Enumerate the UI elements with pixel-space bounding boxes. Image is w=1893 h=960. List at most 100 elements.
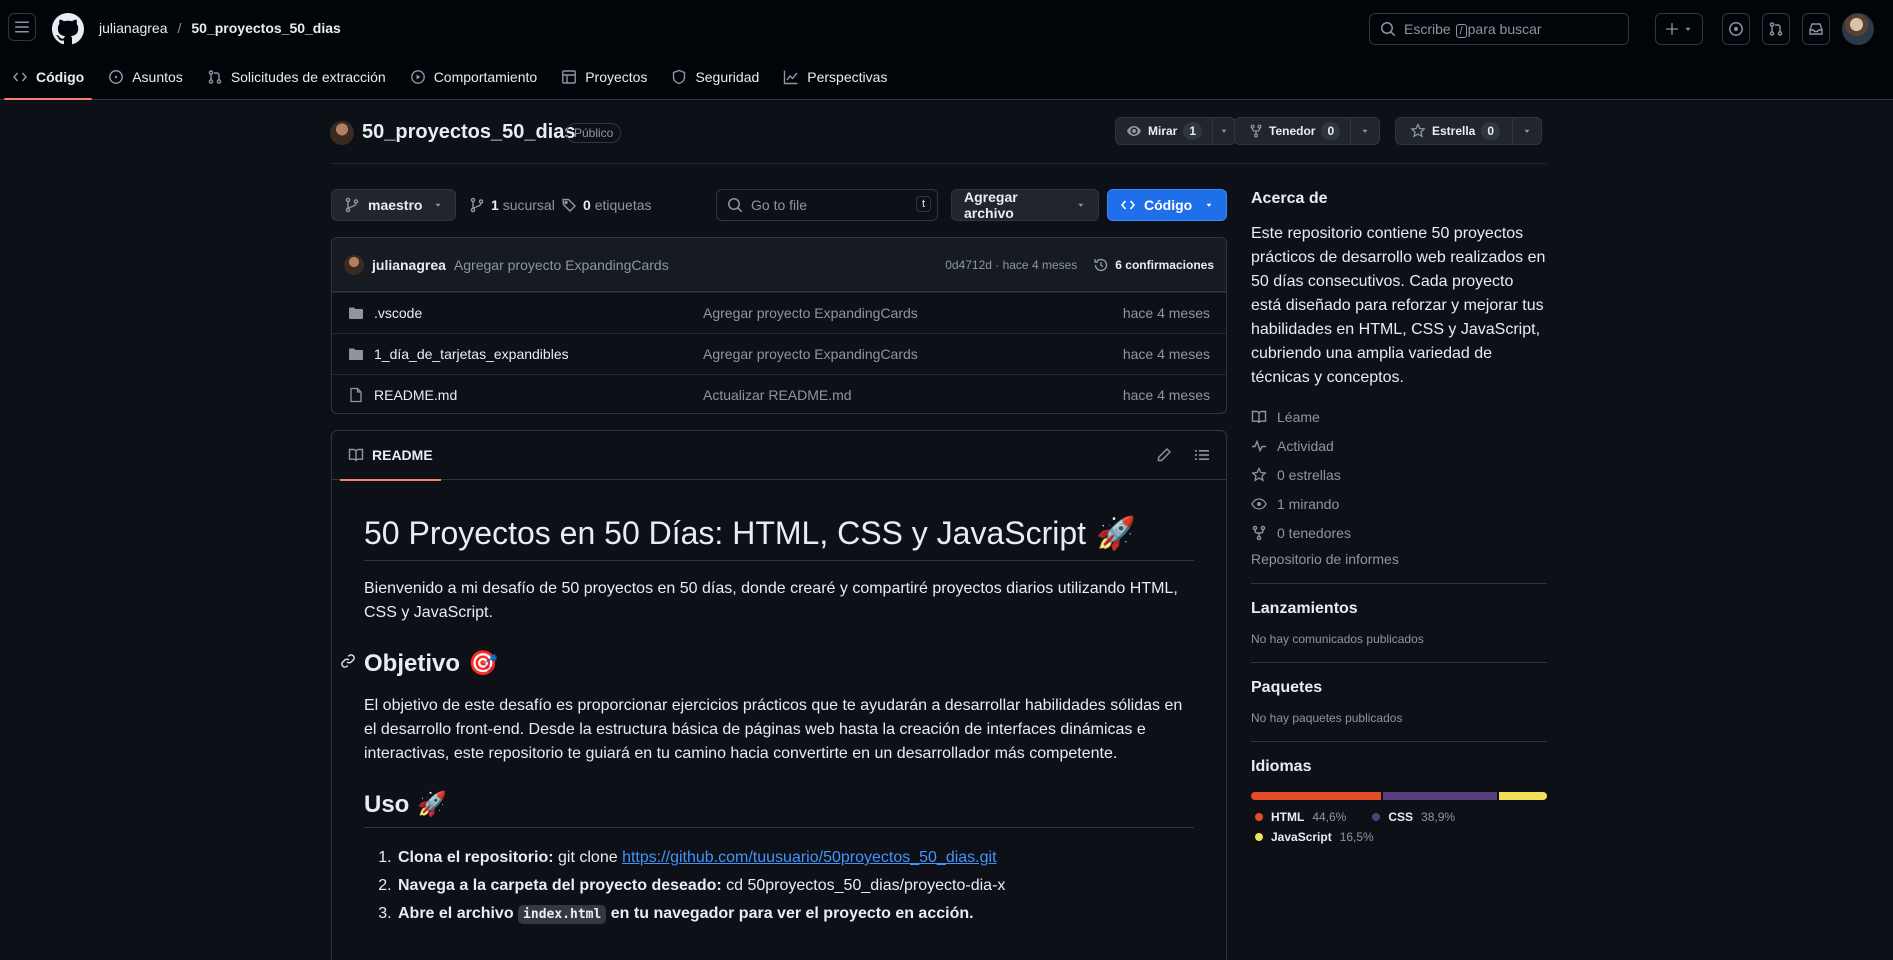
- breadcrumb-separator: /: [177, 20, 182, 36]
- divider: [1251, 662, 1547, 663]
- packages-title[interactable]: Paquetes: [1251, 679, 1547, 697]
- branches-link[interactable]: 1 sucursal: [469, 197, 555, 213]
- about-link[interactable]: Actividad: [1251, 431, 1547, 460]
- tab-6[interactable]: Seguridad: [659, 60, 771, 94]
- inbox-button[interactable]: [1802, 13, 1830, 45]
- file-commit-message[interactable]: Actualizar README.md: [703, 387, 1123, 403]
- graph-icon: [784, 70, 798, 85]
- list-icon[interactable]: [1194, 447, 1210, 463]
- objetivo-text: El objetivo de este desafío es proporcio…: [364, 697, 1183, 762]
- repo-title[interactable]: 50_proyectos_50_dias: [362, 121, 575, 144]
- owner-avatar[interactable]: [330, 121, 354, 145]
- search-input[interactable]: Escribe / para buscar: [1369, 13, 1629, 45]
- tab-7[interactable]: Perspectivas: [771, 60, 899, 94]
- file-age: hace 4 meses: [1122, 387, 1210, 403]
- about-link[interactable]: 0 estrellas: [1251, 460, 1547, 489]
- file-name[interactable]: .vscode: [374, 305, 422, 321]
- pull-request-icon: [1769, 22, 1783, 36]
- chevron-down-icon: [1362, 129, 1368, 133]
- usage-steps: Clona el repositorio: git clone https://…: [364, 844, 1194, 929]
- file-commit-message[interactable]: Agregar proyecto ExpandingCards: [703, 305, 1123, 321]
- menu-button[interactable]: [8, 13, 36, 41]
- file-row[interactable]: .vscode Agregar proyecto ExpandingCards ha…: [332, 292, 1226, 333]
- breadcrumb-owner[interactable]: julianagrea: [99, 20, 168, 36]
- commit-message[interactable]: Agregar proyecto ExpandingCards: [454, 257, 669, 273]
- usage-step-2: Navega a la carpeta del proyecto deseado…: [396, 872, 1194, 900]
- tab-5[interactable]: Proyectos: [549, 60, 659, 94]
- about-link[interactable]: 1 mirando: [1251, 489, 1547, 518]
- github-logo-icon[interactable]: [52, 13, 84, 45]
- add-file-button[interactable]: Agregar archivo: [951, 189, 1099, 221]
- watch-dropdown[interactable]: [1213, 118, 1235, 144]
- book-icon: [1251, 410, 1267, 423]
- language-percent: 44,6%: [1312, 810, 1347, 824]
- watch-button[interactable]: Mirar 1: [1115, 117, 1237, 145]
- link-icon[interactable]: [340, 653, 356, 669]
- language-name: HTML: [1271, 810, 1305, 824]
- language-item[interactable]: JavaScript 16,5%: [1255, 830, 1374, 844]
- fork-dropdown[interactable]: [1351, 118, 1379, 144]
- about-link[interactable]: 0 tenedores: [1251, 518, 1547, 547]
- language-bar-segment: [1498, 792, 1547, 800]
- eye-icon: [1127, 126, 1141, 136]
- readme-heading: 50 Proyectos en 50 Días: HTML, CSS y Jav…: [364, 514, 1194, 561]
- create-new-button[interactable]: [1655, 13, 1703, 45]
- fork-label: Tenedor: [1269, 124, 1316, 138]
- pull-requests-button[interactable]: [1762, 13, 1790, 45]
- commit-author-avatar[interactable]: [344, 254, 364, 275]
- language-item[interactable]: CSS 38,9%: [1372, 810, 1455, 824]
- about-title: Acerca de: [1251, 190, 1328, 207]
- go-to-file-shortcut: t: [915, 196, 931, 212]
- code-button[interactable]: Código: [1107, 189, 1227, 221]
- file-row[interactable]: README.md Actualizar README.md hace 4 mese…: [332, 374, 1226, 413]
- file-name[interactable]: README.md: [374, 387, 457, 403]
- branch-icon: [345, 197, 359, 213]
- fork-icon: [1252, 525, 1266, 540]
- actions-icon: [410, 70, 425, 84]
- commits-link[interactable]: 6 confirmaciones: [1093, 257, 1214, 273]
- branch-selector[interactable]: maestro: [331, 189, 456, 221]
- languages-title: Idiomas: [1251, 758, 1312, 775]
- star-button[interactable]: Estrella 0: [1395, 117, 1543, 145]
- about-link[interactable]: Léame: [1251, 402, 1547, 431]
- star-dropdown[interactable]: [1513, 118, 1541, 144]
- go-to-file-input[interactable]: Go to file t: [716, 189, 938, 221]
- tag-icon: [562, 198, 576, 212]
- language-item[interactable]: HTML 44,6%: [1255, 810, 1346, 824]
- issue-icon: [109, 70, 124, 84]
- file-name[interactable]: 1_día_de_tarjetas_expandibles: [374, 346, 569, 362]
- star-count: 0: [1481, 122, 1501, 140]
- language-percent: 16,5%: [1339, 830, 1374, 844]
- fork-count: 0: [1321, 122, 1341, 140]
- tab-1[interactable]: Código: [0, 60, 96, 100]
- divider: [331, 163, 1547, 164]
- readme-tab[interactable]: README: [340, 431, 441, 481]
- history-icon: [1094, 258, 1108, 271]
- fork-icon: [1250, 124, 1262, 138]
- readme-body: 50 Proyectos en 50 Días: HTML, CSS y Jav…: [332, 480, 1226, 960]
- releases-title[interactable]: Lanzamientos: [1251, 600, 1547, 618]
- file-row[interactable]: 1_día_de_tarjetas_expandibles Agregar pro…: [332, 333, 1226, 374]
- tab-2[interactable]: Asuntos: [96, 60, 195, 94]
- fork-button[interactable]: Tenedor 0: [1234, 117, 1381, 145]
- user-avatar[interactable]: [1842, 13, 1874, 45]
- star-label: Estrella: [1432, 124, 1476, 138]
- breadcrumb-repo[interactable]: 50_proyectos_50_dias: [191, 20, 340, 36]
- commit-author[interactable]: julianagrea: [372, 257, 446, 273]
- report-repository-link[interactable]: Repositorio de informes: [1251, 551, 1547, 567]
- objetivo-heading: Objetivo 🎯: [341, 649, 1194, 678]
- divider: [1251, 741, 1547, 742]
- tab-3[interactable]: Solicitudes de extracción: [195, 60, 398, 94]
- issues-button[interactable]: [1722, 13, 1750, 45]
- issue-icon: [1729, 22, 1743, 36]
- chevron-down-icon: [435, 203, 441, 207]
- clone-url-link[interactable]: https://github.com/tuusuario/50proyectos…: [622, 849, 996, 866]
- packages-empty: No hay paquetes publicados: [1251, 711, 1403, 725]
- commit-hash-age[interactable]: 0d4712d · hace 4 meses: [945, 258, 1077, 272]
- tags-link[interactable]: 0 etiquetas: [561, 197, 652, 213]
- tab-4[interactable]: Comportamiento: [398, 60, 550, 94]
- about-links: Léame Actividad 0 estrellas 1 mirando 0 tene…: [1251, 402, 1547, 547]
- uso-heading: Uso 🚀: [364, 790, 1194, 828]
- pencil-icon[interactable]: [1156, 447, 1172, 463]
- file-commit-message[interactable]: Agregar proyecto ExpandingCards: [703, 346, 1123, 362]
